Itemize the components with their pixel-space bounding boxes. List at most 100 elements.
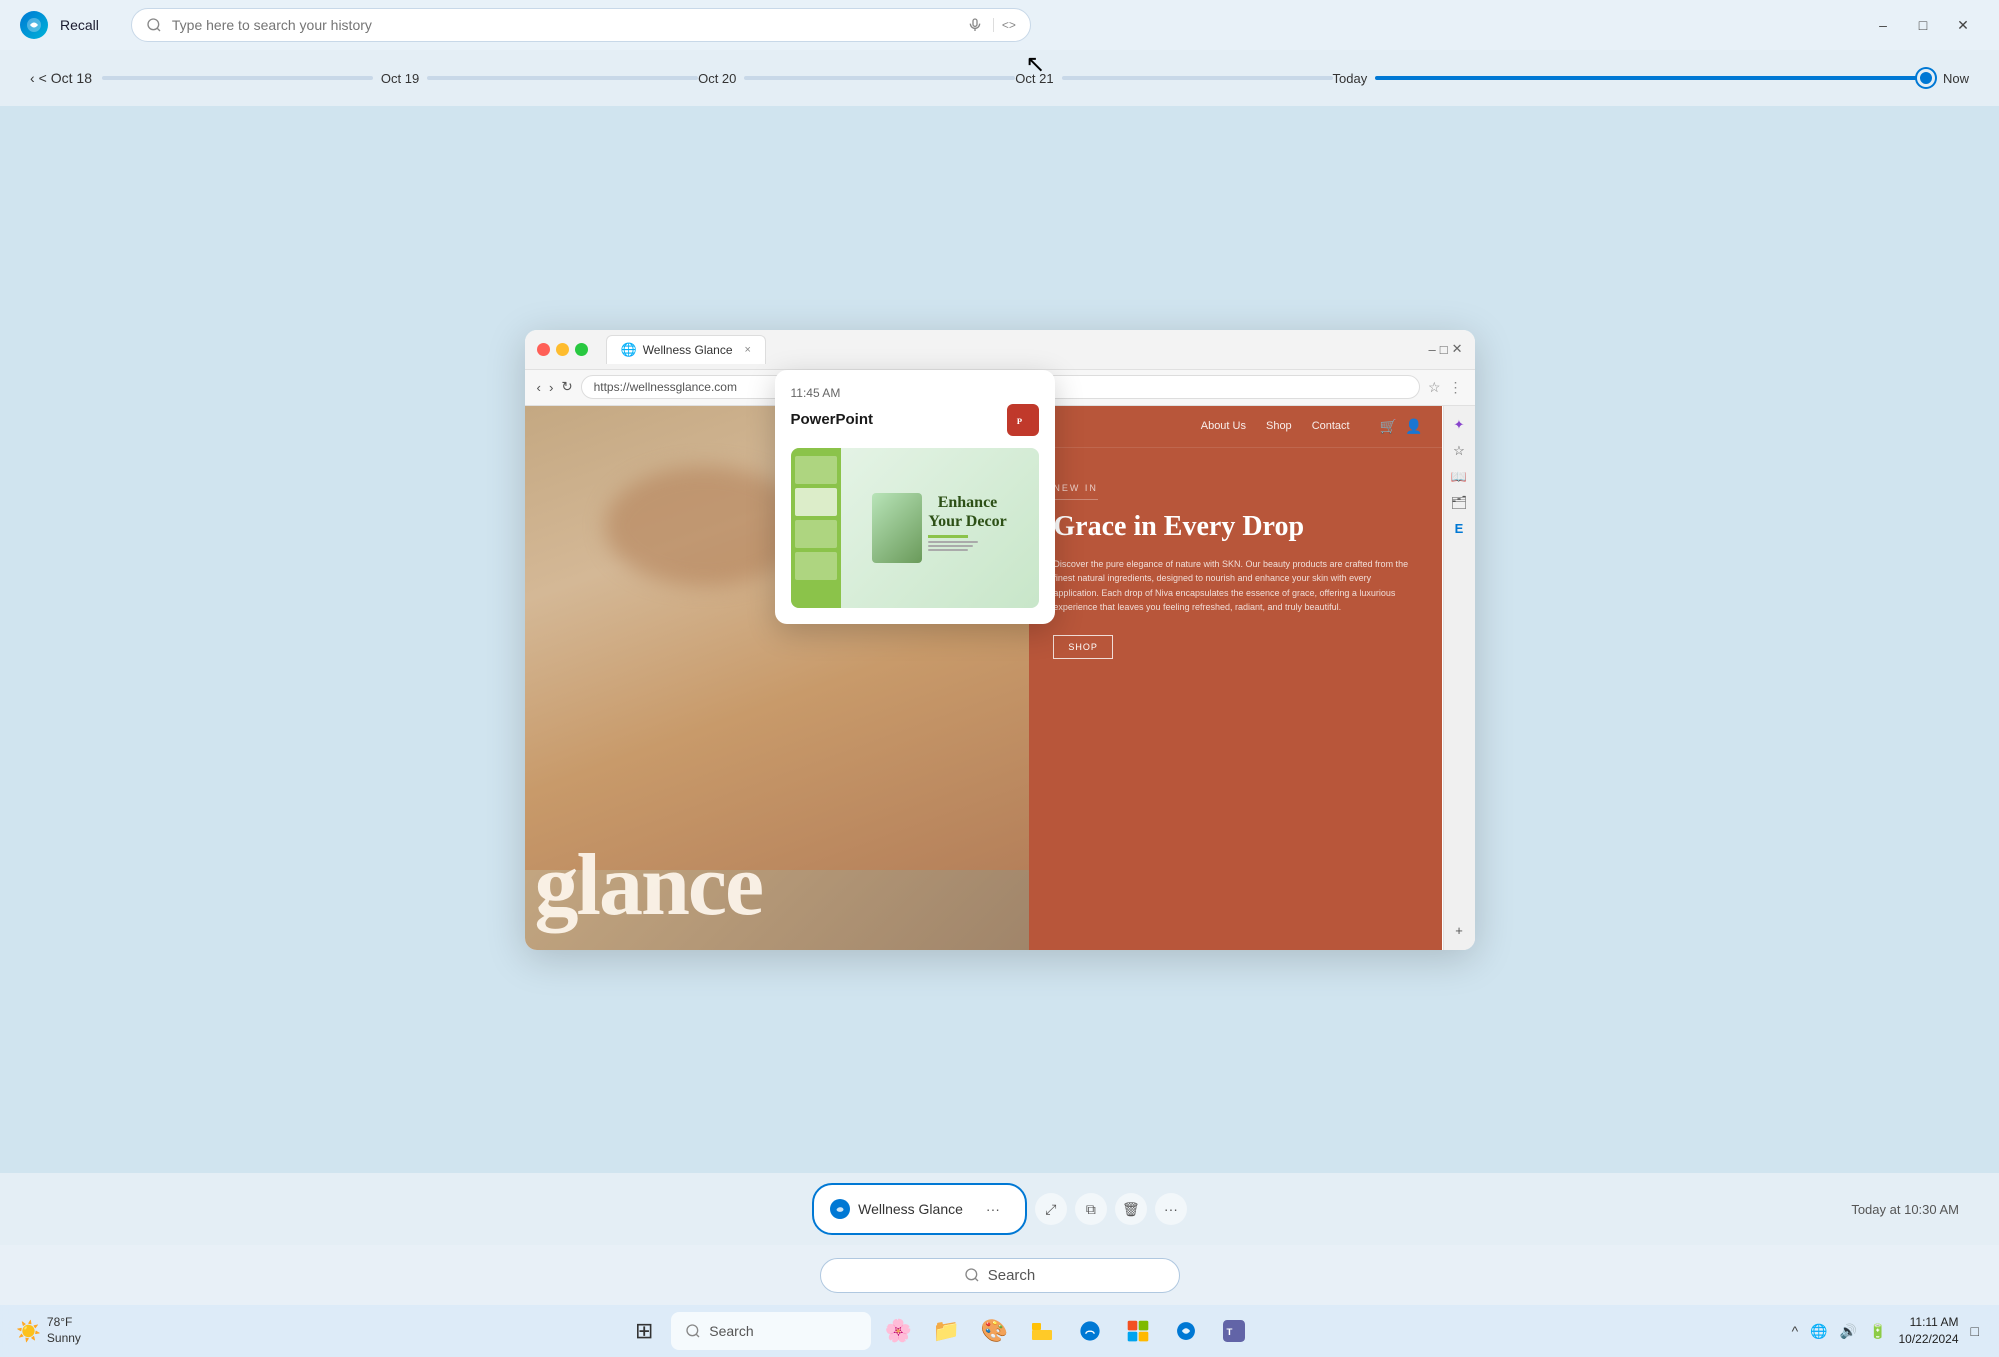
pp-slide-thumb-2 xyxy=(795,488,837,516)
taskbar-search[interactable]: Search xyxy=(671,1312,871,1350)
pp-slide-thumb-4 xyxy=(795,552,837,580)
website-shop-button[interactable]: SHOP xyxy=(1053,635,1113,659)
website-nav-icons: 🛒 👤 xyxy=(1380,418,1423,435)
pp-slide-panel xyxy=(791,448,841,608)
sidebar-copilot-icon[interactable]: ✦ xyxy=(1448,414,1470,436)
timeline-bar: ‹ < Oct 18 Oct 19 Oct 20 ↖ Oct 21 Today … xyxy=(0,50,1999,106)
bottom-tab-actions: ··· xyxy=(977,1193,1009,1225)
popup-app-row: PowerPoint P xyxy=(791,404,1039,436)
tray-notifications-icon[interactable]: □ xyxy=(1967,1321,1983,1341)
search-bottom-bar: Search xyxy=(0,1245,1999,1305)
bottom-timestamp: Today at 10:30 AM xyxy=(1851,1202,1959,1217)
sidebar-edge-bar-icon[interactable]: E xyxy=(1448,518,1470,540)
bookmark-icon[interactable]: ☆ xyxy=(1428,379,1441,396)
browser-tab-label: Wellness Glance xyxy=(643,343,733,357)
taskbar: ☀️ 78°F Sunny ⊞ Search 🌸 📁 🎨 T xyxy=(0,1305,1999,1357)
website-new-in-label: NEW IN xyxy=(1053,483,1098,500)
sidebar-reading-icon[interactable]: 📖 xyxy=(1448,466,1470,488)
weather-widget[interactable]: ☀️ 78°F Sunny xyxy=(16,1315,81,1346)
search-bottom-pill[interactable]: Search xyxy=(820,1258,1180,1293)
timeline-line-oct21 xyxy=(1062,76,1333,80)
search-bar[interactable]: <> xyxy=(131,8,1031,42)
browser-window-minimize[interactable]: – xyxy=(1429,341,1436,357)
sidebar-collections-icon[interactable]: 🗂 xyxy=(1448,492,1470,514)
tray-network-icon[interactable]: 🌐 xyxy=(1806,1321,1831,1342)
browser-forward-btn[interactable]: › xyxy=(549,380,553,395)
more-btn[interactable]: ··· xyxy=(1155,1193,1187,1225)
sidebar-favorites-icon[interactable]: ☆ xyxy=(1448,440,1470,462)
browser-refresh-btn[interactable]: ↻ xyxy=(561,379,572,395)
user-icon[interactable]: 👤 xyxy=(1405,418,1422,435)
bottom-tab-label: Wellness Glance xyxy=(858,1201,963,1217)
tray-battery-icon[interactable]: 🔋 xyxy=(1865,1321,1890,1342)
timeline-now-label[interactable]: Now xyxy=(1943,71,1969,86)
browser-sidebar: ✦ ☆ 📖 🗂 E + xyxy=(1443,406,1475,950)
website-big-text: glance xyxy=(535,842,763,930)
extensions-icon[interactable]: ⋮ xyxy=(1449,379,1463,396)
close-button[interactable]: ✕ xyxy=(1947,9,1979,41)
taskbar-app-edge[interactable] xyxy=(1069,1310,1111,1352)
popup-preview-inner: Enhance Your Decor xyxy=(791,448,1039,608)
cart-icon[interactable]: 🛒 xyxy=(1380,418,1397,435)
browser-minimize-btn[interactable] xyxy=(556,343,569,356)
start-button[interactable]: ⊞ xyxy=(623,1310,665,1352)
browser-tab-close[interactable]: × xyxy=(745,344,751,356)
timeline-back-label: < Oct 18 xyxy=(39,70,92,86)
browser-maximize-btn[interactable] xyxy=(575,343,588,356)
timeline-dates: Oct 19 Oct 20 ↖ Oct 21 Today Now xyxy=(102,69,1969,87)
maximize-button[interactable]: □ xyxy=(1907,9,1939,41)
browser-close-btn[interactable] xyxy=(537,343,550,356)
nav-contact[interactable]: Contact xyxy=(1312,420,1350,432)
timeline-line-today xyxy=(1375,76,1917,80)
minimize-button[interactable]: – xyxy=(1867,9,1899,41)
browser-window-maximize[interactable]: □ xyxy=(1440,341,1448,357)
clock-display[interactable]: 11:11 AM 10/22/2024 xyxy=(1898,1314,1958,1348)
tray-chevron-icon[interactable]: ^ xyxy=(1788,1321,1803,1341)
timeline-back-button[interactable]: ‹ < Oct 18 xyxy=(30,70,92,86)
history-search-input[interactable] xyxy=(172,17,957,33)
website-right-panel: About Us Shop Contact 🛒 👤 NEW IN Grace i… xyxy=(1029,406,1442,950)
clock-date: 10/22/2024 xyxy=(1898,1331,1958,1348)
browser-tab[interactable]: 🌐 Wellness Glance × xyxy=(606,335,766,364)
sidebar-add-icon[interactable]: + xyxy=(1448,920,1470,942)
pp-slide-thumb-1 xyxy=(795,456,837,484)
nav-shop[interactable]: Shop xyxy=(1266,420,1292,432)
edge-tab-icon: 🌐 xyxy=(621,342,637,358)
pp-decor-title-line1: Enhance xyxy=(928,493,1006,512)
taskbar-app-teams[interactable]: T xyxy=(1213,1310,1255,1352)
browser-titlebar: 🌐 Wellness Glance × – □ ✕ xyxy=(525,330,1475,370)
website-hero-content: NEW IN Grace in Every Drop Discover the … xyxy=(1029,448,1442,950)
taskbar-search-label: Search xyxy=(709,1323,753,1339)
popup-preview[interactable]: Enhance Your Decor xyxy=(791,448,1039,608)
code-icon[interactable]: <> xyxy=(993,18,1016,32)
taskbar-app-files[interactable] xyxy=(1021,1310,1063,1352)
taskbar-app-flower[interactable]: 🌸 xyxy=(877,1310,919,1352)
svg-text:T: T xyxy=(1227,1327,1233,1338)
search-bottom-label: Search xyxy=(988,1267,1036,1284)
pp-slide-thumb-3 xyxy=(795,520,837,548)
copy-btn[interactable]: ⧉ xyxy=(1075,1193,1107,1225)
bottom-more-dots-btn[interactable]: ··· xyxy=(977,1193,1009,1225)
timeline-oct21[interactable]: Oct 21 xyxy=(1015,71,1053,86)
back-arrow-icon: ‹ xyxy=(30,70,35,86)
taskbar-left: ☀️ 78°F Sunny xyxy=(16,1315,91,1346)
app-title: Recall xyxy=(60,17,99,33)
taskbar-center: ⊞ Search 🌸 📁 🎨 T xyxy=(91,1310,1788,1352)
taskbar-app-explorer[interactable]: 📁 xyxy=(925,1310,967,1352)
taskbar-app-paint[interactable]: 🎨 xyxy=(973,1310,1015,1352)
timeline-dot[interactable] xyxy=(1917,69,1935,87)
browser-window-close[interactable]: ✕ xyxy=(1452,341,1463,357)
bottom-tab-wellness[interactable]: Wellness Glance ··· xyxy=(812,1183,1027,1235)
browser-back-btn[interactable]: ‹ xyxy=(537,380,541,395)
screenshot-btn[interactable]: ⤢ xyxy=(1035,1193,1067,1225)
taskbar-app-recall[interactable] xyxy=(1165,1310,1207,1352)
delete-btn[interactable]: 🗑 xyxy=(1115,1193,1147,1225)
nav-about-us[interactable]: About Us xyxy=(1201,420,1246,432)
tray-volume-icon[interactable]: 🔊 xyxy=(1836,1321,1861,1342)
timeline-oct20[interactable]: Oct 20 xyxy=(698,71,736,86)
taskbar-app-store[interactable] xyxy=(1117,1310,1159,1352)
timeline-today[interactable]: Today xyxy=(1333,71,1368,86)
microphone-icon[interactable] xyxy=(967,17,983,33)
timeline-oct19[interactable]: Oct 19 xyxy=(381,71,419,86)
popup-tooltip: 11:45 AM PowerPoint P xyxy=(775,370,1055,624)
